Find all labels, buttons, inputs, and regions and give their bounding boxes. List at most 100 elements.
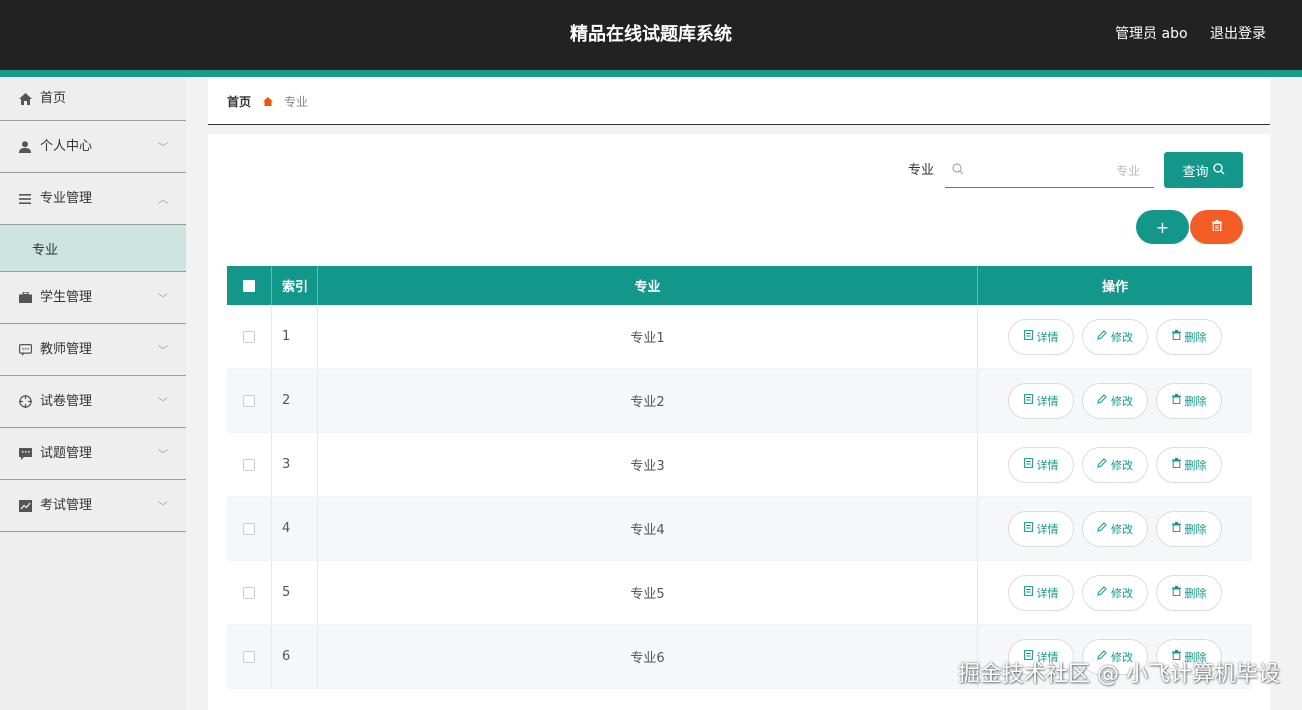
add-button[interactable]: + (1136, 210, 1189, 244)
breadcrumb-current: 专业 (284, 95, 309, 109)
sidebar-subitem-major[interactable]: 专业 (0, 225, 186, 272)
delete-button[interactable]: 删除 (1156, 510, 1222, 547)
query-button[interactable]: 查询 (1164, 152, 1243, 188)
table-row: 4 专业4 详情 修改 删除 (227, 497, 1252, 561)
trash-icon (1171, 458, 1181, 471)
column-header-index: 索引 (272, 266, 318, 305)
chevron-down-icon: ﹀ (158, 143, 168, 154)
sidebar-item-label: 试卷管理 (40, 394, 93, 409)
sidebar-item-home[interactable]: 首页 (0, 77, 186, 121)
row-actions: 详情 修改 删除 (978, 625, 1252, 688)
sidebar-item-student-management[interactable]: 学生管理 ﹀ (0, 272, 186, 324)
table-row: 1 专业1 详情 修改 删除 (227, 305, 1252, 369)
sidebar-item-label: 考试管理 (40, 498, 93, 513)
row-index: 2 (272, 369, 318, 432)
delete-button[interactable]: 删除 (1156, 318, 1222, 355)
edit-icon (1097, 586, 1107, 599)
row-checkbox-cell (227, 369, 272, 432)
delete-button[interactable]: 删除 (1156, 574, 1222, 611)
detail-icon (1023, 650, 1033, 663)
sidebar-item-teacher-management[interactable]: 教师管理 ﹀ (0, 324, 186, 376)
detail-button-label: 详情 (1036, 586, 1059, 600)
detail-button[interactable]: 详情 (1008, 510, 1074, 547)
edit-button-label: 修改 (1111, 522, 1133, 536)
edit-icon (1097, 650, 1107, 663)
sidebar-item-question-management[interactable]: 试题管理 ﹀ (0, 428, 186, 480)
column-header-major: 专业 (318, 266, 978, 305)
detail-button[interactable]: 详情 (1008, 382, 1074, 419)
edit-button[interactable]: 修改 (1082, 382, 1148, 419)
delete-button[interactable]: 删除 (1156, 638, 1222, 675)
search-icon (1212, 162, 1225, 178)
edit-icon (1097, 522, 1107, 535)
edit-button-label: 修改 (1111, 458, 1133, 472)
batch-delete-button[interactable] (1190, 210, 1243, 244)
trash-icon (1171, 522, 1181, 535)
table-header: 索引 专业 操作 (227, 266, 1252, 305)
target-icon (17, 376, 33, 427)
row-index: 5 (272, 561, 318, 624)
sidebar-item-personal-center[interactable]: 个人中心 ﹀ (0, 121, 186, 173)
sidebar-item-major-management[interactable]: 专业管理 ︿ (0, 173, 186, 225)
sidebar-item-label: 个人中心 (40, 139, 93, 154)
detail-button-label: 详情 (1036, 394, 1059, 408)
sidebar-item-paper-management[interactable]: 试卷管理 ﹀ (0, 376, 186, 428)
detail-icon (1023, 394, 1033, 407)
table-row: 2 专业2 详情 修改 删除 (227, 369, 1252, 433)
delete-button-label: 删除 (1184, 650, 1207, 664)
edit-button[interactable]: 修改 (1082, 638, 1148, 675)
detail-icon (1023, 586, 1033, 599)
detail-button[interactable]: 详情 (1008, 574, 1074, 611)
briefcase-icon (17, 272, 33, 323)
row-actions: 详情 修改 删除 (978, 305, 1252, 368)
delete-button-label: 删除 (1184, 394, 1207, 408)
breadcrumb-bar: 首页 专业 (208, 79, 1270, 125)
sidebar-item-exam-management[interactable]: 考试管理 ﹀ (0, 480, 186, 532)
edit-icon (1097, 458, 1107, 471)
edit-button[interactable]: 修改 (1082, 574, 1148, 611)
row-checkbox[interactable] (243, 458, 255, 471)
logout-link[interactable]: 退出登录 (1210, 26, 1266, 42)
edit-button[interactable]: 修改 (1082, 446, 1148, 483)
query-button-label: 查询 (1182, 163, 1209, 179)
row-checkbox-cell (227, 433, 272, 496)
sidebar-item-label: 学生管理 (40, 290, 93, 305)
search-icon (945, 163, 971, 178)
detail-button[interactable]: 详情 (1008, 318, 1074, 355)
admin-user-label[interactable]: 管理员 abo (1115, 26, 1187, 42)
chart-icon (17, 480, 33, 531)
major-table: 索引 专业 操作 1 专业1 详情 修改 删除 2 专业2 详情 修改 删除 3 专业3 详情 修改 删除 4… (227, 266, 1252, 689)
header-accent-bar (0, 70, 1302, 77)
chevron-down-icon: ﹀ (158, 398, 168, 409)
row-major-name: 专业4 (318, 497, 978, 560)
delete-button[interactable]: 删除 (1156, 382, 1222, 419)
row-checkbox[interactable] (243, 330, 255, 343)
detail-icon (1023, 330, 1033, 343)
delete-button[interactable]: 删除 (1156, 446, 1222, 483)
sidebar-item-label: 试题管理 (40, 446, 93, 461)
edit-button[interactable]: 修改 (1082, 510, 1148, 547)
breadcrumb-home[interactable]: 首页 (227, 95, 251, 109)
delete-button-label: 删除 (1184, 330, 1207, 344)
search-field (945, 154, 1154, 188)
search-input[interactable] (971, 154, 1154, 187)
row-actions: 详情 修改 删除 (978, 561, 1252, 624)
chevron-down-icon: ﹀ (158, 450, 168, 461)
row-checkbox[interactable] (243, 394, 255, 407)
row-checkbox[interactable] (243, 522, 255, 535)
row-index: 6 (272, 625, 318, 688)
row-checkbox[interactable] (243, 586, 255, 599)
edit-button[interactable]: 修改 (1082, 318, 1148, 355)
detail-button[interactable]: 详情 (1008, 638, 1074, 675)
row-checkbox-cell (227, 497, 272, 560)
row-major-name: 专业2 (318, 369, 978, 432)
detail-icon (1023, 522, 1033, 535)
edit-button-label: 修改 (1111, 586, 1133, 600)
detail-icon (1023, 458, 1033, 471)
table-row: 3 专业3 详情 修改 删除 (227, 433, 1252, 497)
column-header-actions: 操作 (1101, 280, 1128, 295)
detail-button[interactable]: 详情 (1008, 446, 1074, 483)
select-all-checkbox[interactable] (227, 266, 272, 305)
breadcrumb: 首页 专业 (227, 93, 308, 113)
row-checkbox[interactable] (243, 650, 255, 663)
